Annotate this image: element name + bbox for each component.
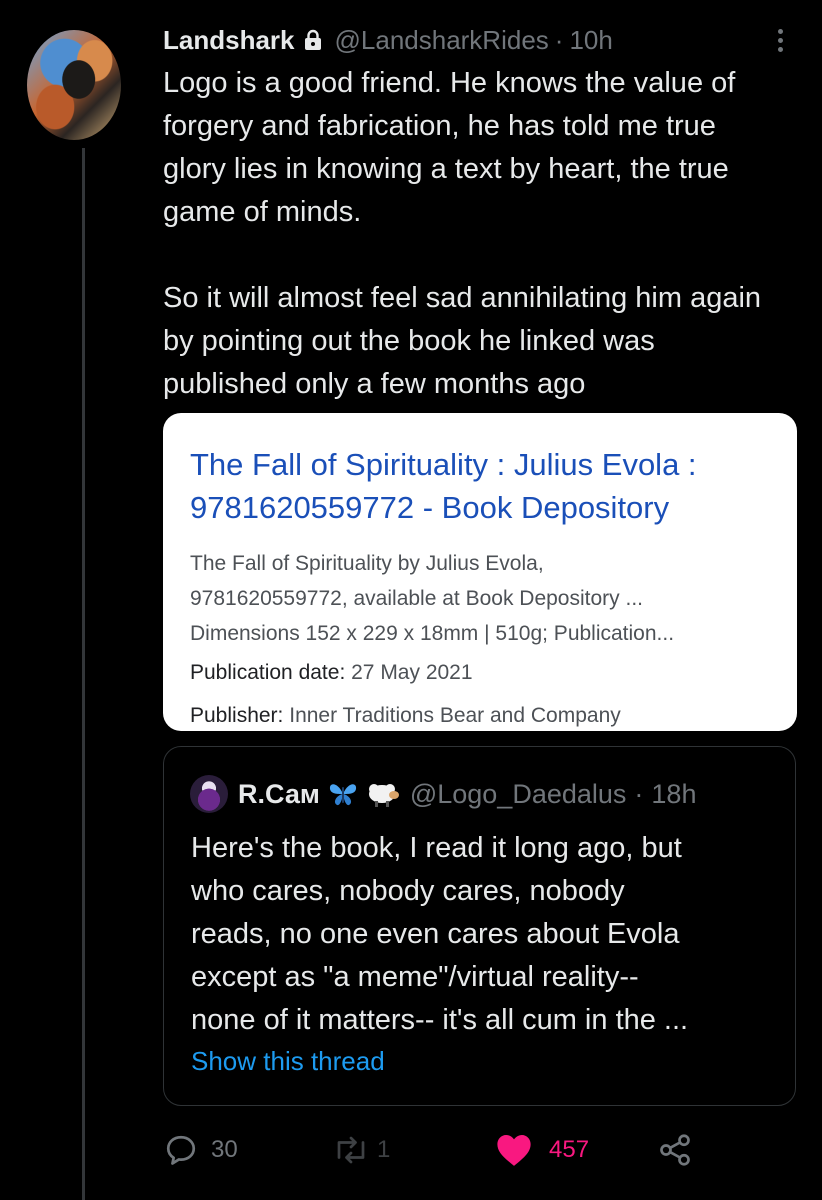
pub-date-value: 27 May 2021 — [351, 661, 473, 684]
thread-line — [82, 148, 85, 1200]
more-icon[interactable] — [770, 26, 790, 56]
quoted-author-handle: @Logo_Daedalus — [409, 778, 627, 809]
tweet-paragraph: Logo is a good friend. He knows the valu… — [163, 67, 736, 228]
share-icon — [660, 1134, 690, 1166]
quoted-tweet[interactable]: R.Сам @Logo_Daedalus · 18h Here's the bo… — [163, 746, 796, 1106]
publisher-label: Publisher: — [190, 704, 284, 727]
quoted-text-line: reads, no one even cares about Evola — [191, 918, 680, 950]
quoted-tweet-header: R.Сам @Logo_Daedalus · 18h — [190, 775, 696, 813]
quoted-author-name: R.Сам — [238, 778, 320, 809]
link-snippet: The Fall of Spirituality by Julius Evola… — [190, 546, 780, 651]
quoted-text-line: who cares, nobody cares, nobody — [191, 875, 625, 907]
snippet-line: Dimensions 152 x 229 x 18mm | 510g; Publ… — [190, 622, 675, 645]
show-thread-link[interactable]: Show this thread — [191, 1046, 385, 1077]
tweet-paragraph: So it will almost feel sad annihilating … — [163, 282, 762, 400]
snippet-line: 9781620559772, available at Book Deposit… — [190, 587, 643, 610]
link-title-line: The Fall of Spirituality : Julius Evola … — [190, 447, 697, 482]
like-button[interactable]: 457 — [495, 1128, 589, 1172]
share-button[interactable] — [657, 1128, 693, 1172]
quoted-tweet-body: Here's the book, I read it long ago, but… — [191, 827, 771, 1042]
reply-button[interactable]: 30 — [163, 1128, 238, 1172]
snippet-line: The Fall of Spirituality by Julius Evola… — [190, 552, 544, 575]
sheep-icon — [366, 780, 400, 808]
tweet-timestamp[interactable]: 10h — [569, 25, 612, 56]
author-name[interactable]: Landshark — [163, 25, 295, 56]
link-preview-card[interactable]: The Fall of Spirituality : Julius Evola … — [163, 413, 797, 731]
retweet-count: 1 — [377, 1136, 391, 1163]
quoted-author-avatar — [190, 775, 228, 813]
lock-icon — [304, 29, 321, 50]
reply-count: 30 — [211, 1136, 238, 1163]
publication-date: Publication date: 27 May 2021 — [190, 661, 473, 685]
quoted-tweet-timestamp: 18h — [651, 778, 697, 809]
like-count: 457 — [549, 1136, 590, 1163]
separator-dot: · — [634, 778, 644, 809]
retweet-button[interactable]: 1 — [331, 1128, 390, 1172]
reply-icon — [166, 1135, 196, 1165]
separator-dot: · — [554, 24, 564, 55]
publisher-value: Inner Traditions Bear and Company — [289, 704, 621, 727]
author-handle[interactable]: @LandsharkRides — [335, 25, 549, 56]
quoted-text-line: none of it matters-- it's all cum in the… — [191, 1004, 689, 1036]
link-title[interactable]: The Fall of Spirituality : Julius Evola … — [190, 443, 780, 529]
link-title-line: 9781620559772 - Book Depository — [190, 490, 670, 525]
retweet-icon — [337, 1136, 365, 1164]
quoted-text-line: Here's the book, I read it long ago, but — [191, 832, 682, 864]
pub-date-label: Publication date: — [190, 661, 346, 684]
butterfly-icon — [328, 780, 358, 808]
author-avatar[interactable] — [27, 30, 121, 140]
like-icon — [497, 1134, 531, 1166]
tweet-header: Landshark @LandsharkRides · 10h — [163, 22, 613, 58]
publisher: Publisher: Inner Traditions Bear and Com… — [190, 704, 621, 728]
quoted-text-line: except as "a meme"/virtual reality-- — [191, 961, 639, 993]
tweet-body: Logo is a good friend. He knows the valu… — [163, 62, 783, 406]
tweet-actions: 30 1 457 — [163, 1128, 723, 1172]
